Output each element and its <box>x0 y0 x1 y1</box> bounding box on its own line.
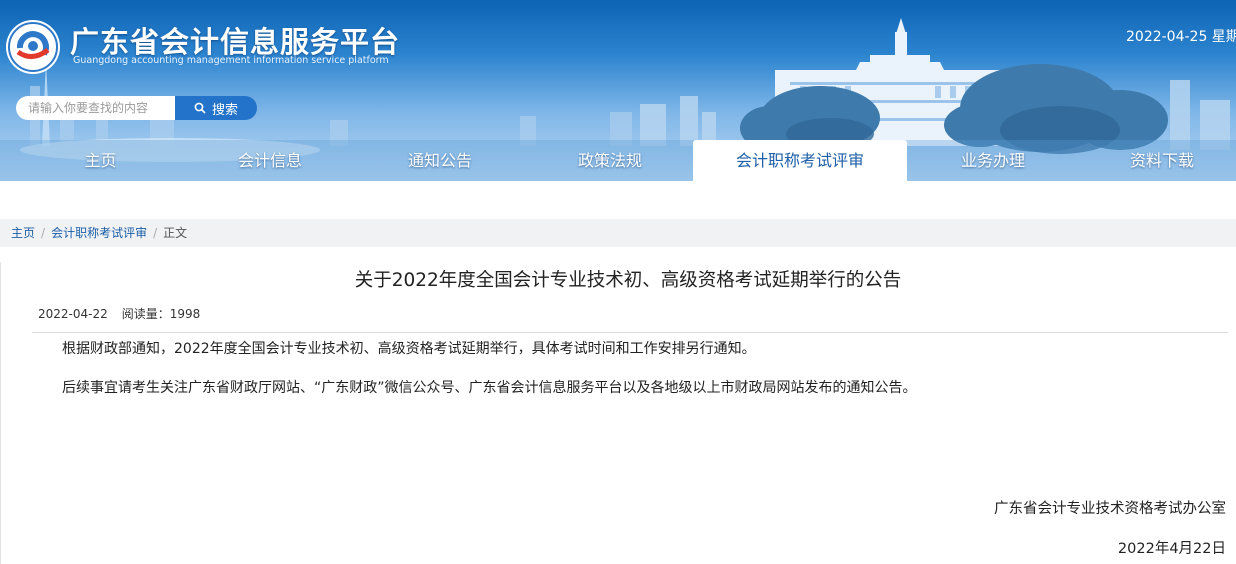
breadcrumb-separator: / <box>153 226 158 240</box>
header-date: 2022-04-25 星期 <box>1126 29 1236 45</box>
signature-date: 2022年4月22日 <box>1117 541 1226 557</box>
nav-item-home[interactable]: 主页 <box>48 140 153 181</box>
article-paragraph: 后续事宜请考生关注广东省财政厅网站、“广东财政”微信公众号、广东省会计信息服务平… <box>62 380 917 396</box>
site-subtitle: Guangdong accounting management informat… <box>73 55 389 66</box>
search-button-label: 搜索 <box>211 102 238 118</box>
search-icon <box>194 102 206 114</box>
breadcrumb-current: 正文 <box>163 226 188 240</box>
nav-item-exam-review[interactable]: 会计职称考试评审 <box>693 140 907 181</box>
breadcrumb-separator: / <box>41 226 46 240</box>
breadcrumb: 主页 / 会计职称考试评审 / 正文 <box>0 219 1236 247</box>
nav-item-notices[interactable]: 通知公告 <box>375 140 505 181</box>
site-header: 广东省会计信息服务平台 Guangdong accounting managem… <box>0 0 1236 181</box>
gd-accounting-logo <box>6 20 60 74</box>
content-left-border <box>0 262 1 564</box>
article-date: 2022-04-22 <box>38 307 108 321</box>
article-paragraph: 根据财政部通知，2022年度全国会计专业技术初、高级资格考试延期举行，具体考试时… <box>62 341 756 357</box>
breadcrumb-section-link[interactable]: 会计职称考试评审 <box>51 226 147 240</box>
title-divider <box>32 332 1228 333</box>
search-button[interactable]: 搜索 <box>175 96 257 120</box>
nav-item-downloads[interactable]: 资料下载 <box>1097 140 1227 181</box>
search-input[interactable] <box>16 96 176 120</box>
main-nav: 主页 会计信息 通知公告 政策法规 会计职称考试评审 业务办理 资料下载 <box>0 140 1236 181</box>
article-title: 关于2022年度全国会计专业技术初、高级资格考试延期举行的公告 <box>354 270 902 291</box>
article-views: 阅读量：1998 <box>121 307 201 321</box>
article-meta: 2022-04-22 阅读量：1998 <box>38 305 200 322</box>
breadcrumb-home-link[interactable]: 主页 <box>11 226 35 240</box>
nav-item-business[interactable]: 业务办理 <box>928 140 1058 181</box>
nav-item-policies[interactable]: 政策法规 <box>545 140 675 181</box>
signature-organization: 广东省会计专业技术资格考试办公室 <box>994 501 1226 517</box>
nav-item-accounting-info[interactable]: 会计信息 <box>205 140 335 181</box>
